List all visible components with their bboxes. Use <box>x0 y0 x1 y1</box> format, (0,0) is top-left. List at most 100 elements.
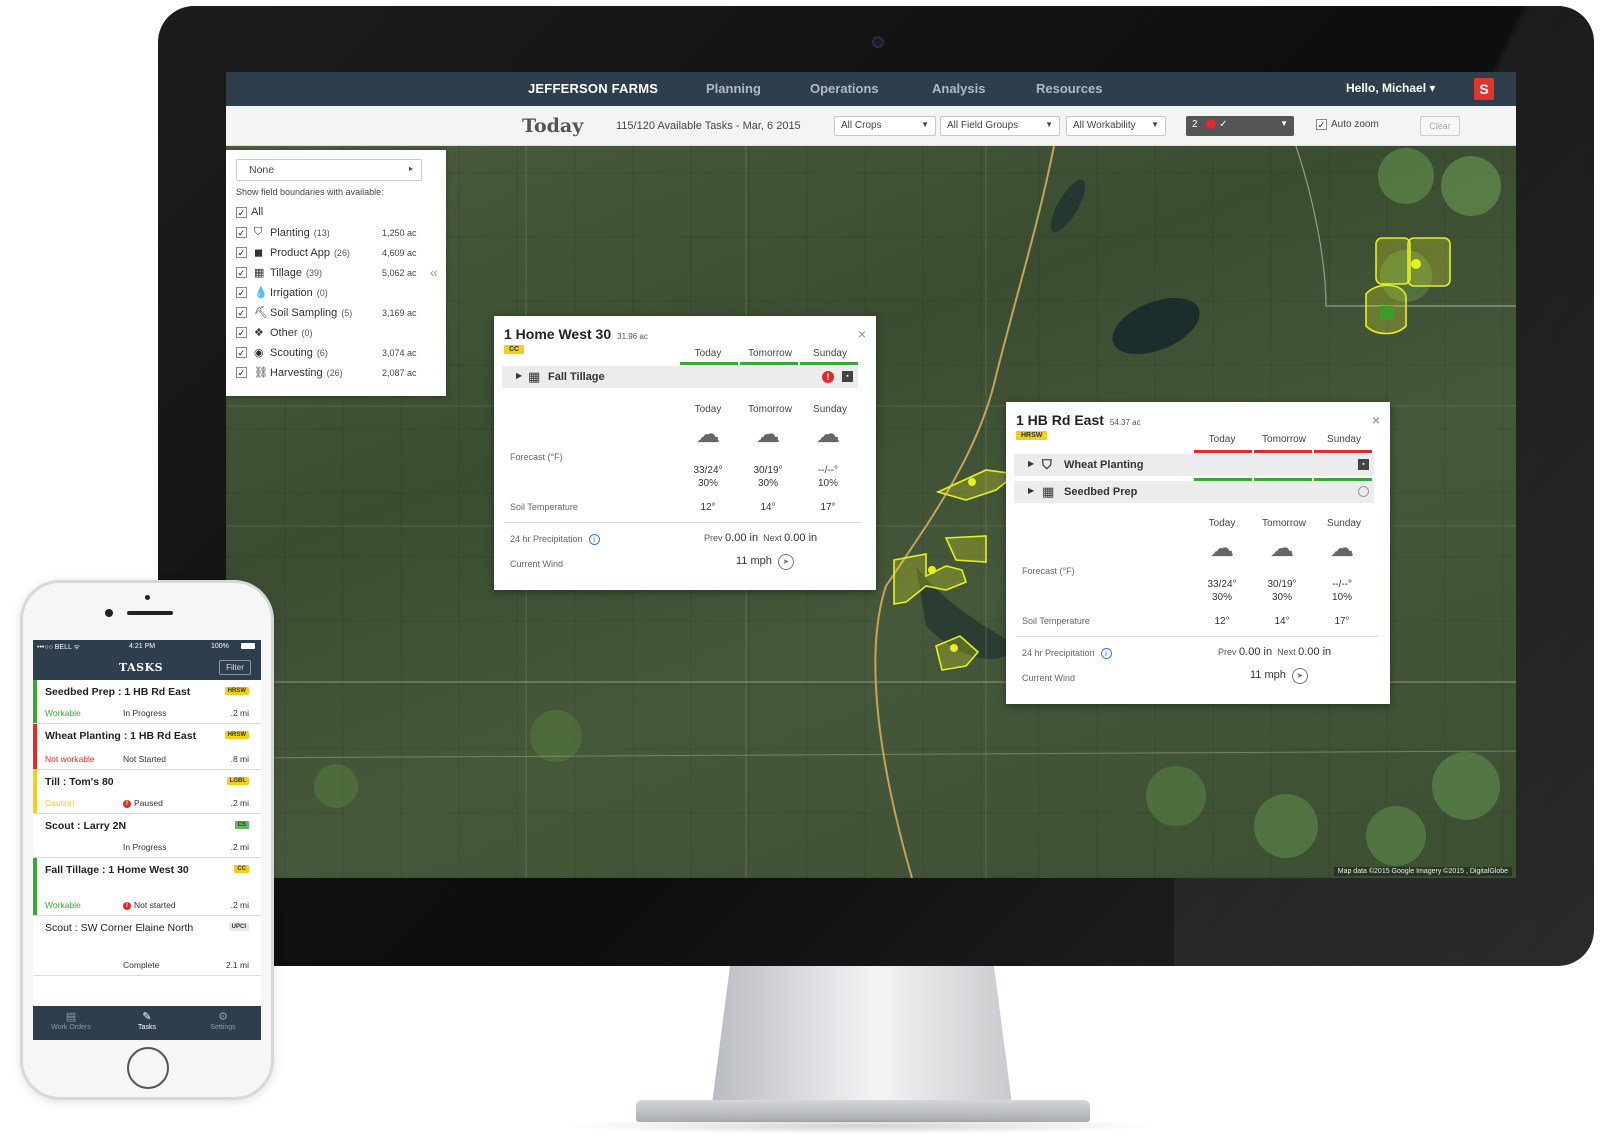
auto-zoom-toggle[interactable]: ✓ Auto zoom <box>1316 119 1379 130</box>
camera-icon <box>872 36 884 48</box>
field-pin-icon[interactable] <box>968 478 976 486</box>
task-list-item[interactable]: Till : Tom's 80 LGBL Caution! Paused .2 mi <box>33 770 261 814</box>
filter-row-scouting[interactable]: ✓ ◉ Scouting (6) 3,074 ac <box>236 346 436 362</box>
filter-label-text: Irrigation <box>270 287 313 299</box>
soil-temp-today: 12° <box>1214 616 1230 627</box>
task-title: Scout : SW Corner Elaine North <box>45 922 194 934</box>
boundary-select[interactable]: None ▸ <box>236 159 422 181</box>
tab-work-orders[interactable]: ▤ Work Orders <box>33 1010 109 1031</box>
task-progress-status: In Progress <box>123 842 166 852</box>
task-progress-status: ! Not started <box>123 900 176 910</box>
filter-count: (39) <box>306 268 323 278</box>
status-select[interactable]: 2 ✓ ▼ <box>1186 116 1294 136</box>
divider <box>504 522 862 523</box>
tab-settings[interactable]: ⚙ Settings <box>185 1010 261 1031</box>
prev-label: Prev <box>704 533 723 543</box>
checkbox-checked-icon[interactable]: ✓ <box>236 246 247 258</box>
precip-chance-tomorrow: 30% <box>1271 592 1292 603</box>
caret-down-icon: ▼ <box>1151 120 1159 129</box>
checkbox-checked-icon[interactable]: ✓ <box>236 286 247 298</box>
expand-arrow-icon[interactable]: ▶ <box>1028 486 1034 495</box>
crop-badge: CC <box>234 865 249 873</box>
close-icon[interactable]: × <box>1372 412 1380 428</box>
checkbox-checked-icon[interactable]: ✓ <box>236 326 247 338</box>
task-row-seedbed-prep[interactable]: ▶ ▦ Seedbed Prep <box>1014 481 1374 503</box>
lake <box>1050 179 1086 233</box>
wind-reading: 11 mph ➤ <box>736 554 794 570</box>
filter-all-label: All <box>251 206 264 218</box>
filter-label-text: Scouting <box>270 347 313 359</box>
expand-arrow-icon[interactable]: ▶ <box>516 371 522 380</box>
irrigation-icon: 💧 <box>254 287 268 299</box>
checkbox-checked-icon[interactable]: ✓ <box>236 306 247 318</box>
brand-name[interactable]: JEFFERSON FARMS <box>528 81 658 96</box>
checkbox-checked-icon[interactable]: ✓ <box>236 206 247 218</box>
task-list-item[interactable]: Seedbed Prep : 1 HB Rd East HRSW Workable I… <box>33 680 261 724</box>
field-popup-hb-rd-east: 1 HB Rd East 54.37 ac × HRSW Today Tomorr… <box>1006 402 1390 704</box>
nav-resources[interactable]: Resources <box>1036 81 1102 96</box>
task-list-item[interactable]: Scout : Larry 2N CS In Progress .2 mi <box>33 814 261 858</box>
user-menu[interactable]: Hello, Michael ▾ <box>1346 81 1435 95</box>
clear-button[interactable]: Clear <box>1420 116 1460 136</box>
checkbox-checked-icon[interactable]: ✓ <box>236 366 247 378</box>
checkbox-checked-icon[interactable]: ✓ <box>236 226 247 238</box>
checkbox-checked-icon[interactable]: ✓ <box>1316 119 1327 130</box>
filter-acres: 5,062 ac <box>382 268 417 278</box>
tab-tasks[interactable]: ✎ Tasks <box>109 1010 185 1031</box>
forecast-header-sunday: Sunday <box>813 404 847 415</box>
task-progress-text: Not started <box>134 900 176 910</box>
close-icon[interactable]: × <box>858 326 866 342</box>
field-pin-icon[interactable] <box>950 644 958 652</box>
checkbox-checked-icon[interactable]: ✓ <box>236 346 247 358</box>
wind-direction-icon: ➤ <box>777 554 794 570</box>
map-attribution[interactable]: Map data ©2015 Google Imagery ©2015 , Di… <box>1333 867 1512 876</box>
workability-select[interactable]: All Workability ▼ <box>1066 116 1166 136</box>
filter-button[interactable]: Filter <box>219 660 251 675</box>
filter-row-planting[interactable]: ✓ ⛉ Planting (13) 1,250 ac <box>236 226 436 242</box>
expand-arrow-icon[interactable]: ▶ <box>1028 459 1034 468</box>
planting-icon: ⛉ <box>1042 457 1052 472</box>
filter-row-irrigation[interactable]: ✓ 💧 Irrigation (0) <box>236 286 436 302</box>
filter-row-harvesting[interactable]: ✓ ⛓ Harvesting (26) 2,087 ac <box>236 366 436 382</box>
filter-row-product-app[interactable]: ✓ ◼ Product App (26) 4,609 ac <box>236 246 436 262</box>
caret-down-icon: ▼ <box>1280 119 1288 128</box>
task-progress-status: Not Started <box>123 754 166 764</box>
filter-row-soil-sampling[interactable]: ✓ ⛏ Soil Sampling (5) 3,169 ac <box>236 306 436 322</box>
crop-badge: UPCI <box>228 923 249 931</box>
filter-row-other[interactable]: ✓ ❖ Other (0) <box>236 326 436 342</box>
task-list-item[interactable]: Scout : SW Corner Elaine North UPCI Comple… <box>33 916 261 976</box>
field-marker-icon[interactable] <box>1380 306 1394 320</box>
task-row-wheat-planting[interactable]: ▶ ⛉ Wheat Planting ▪ <box>1014 454 1374 476</box>
task-row-fall-tillage[interactable]: ▶ ▦ Fall Tillage ! ▪ <box>502 366 858 388</box>
filter-label: Tillage (39) <box>270 267 322 279</box>
filter-row-all[interactable]: ✓ All <box>236 206 436 222</box>
filter-row-tillage[interactable]: ✓ ▦ Tillage (39) 5,062 ac <box>236 266 436 282</box>
filter-count: (5) <box>341 308 353 318</box>
info-icon[interactable]: i <box>1100 648 1112 659</box>
collapse-panel-icon[interactable]: « <box>430 264 438 280</box>
filter-label-text: Tillage <box>270 267 302 279</box>
task-title: Fall Tillage : 1 Home West 30 <box>45 864 189 876</box>
divider <box>1016 636 1378 637</box>
info-icon[interactable]: i <box>588 534 600 545</box>
nav-operations[interactable]: Operations <box>810 81 879 96</box>
brand-logo-icon[interactable]: S <box>1474 78 1494 100</box>
field-pin-icon[interactable] <box>1411 259 1421 269</box>
forecast-header-tomorrow: Tomorrow <box>748 404 792 415</box>
popup-field-name: 1 Home West 30 <box>504 326 612 342</box>
home-button[interactable] <box>127 1047 169 1089</box>
crops-select[interactable]: All Crops ▼ <box>834 116 936 136</box>
field-groups-select[interactable]: All Field Groups ▼ <box>940 116 1060 136</box>
field-pin-icon[interactable] <box>928 566 936 574</box>
nav-analysis[interactable]: Analysis <box>932 81 985 96</box>
filter-acres: 2,087 ac <box>382 368 417 378</box>
filter-label-text: Harvesting <box>270 367 323 379</box>
chevron-down-icon: ▾ <box>1429 81 1436 95</box>
task-progress-text: Complete <box>123 960 160 970</box>
task-list-item[interactable]: Wheat Planting : 1 HB Rd East HRSW Not wor… <box>33 724 261 770</box>
crop-circle <box>1254 794 1318 858</box>
checkbox-checked-icon[interactable]: ✓ <box>236 266 247 278</box>
task-list-item[interactable]: Fall Tillage : 1 Home West 30 CC Workable!… <box>33 858 261 916</box>
nav-planning[interactable]: Planning <box>706 81 761 96</box>
next-label: Next <box>763 533 782 543</box>
